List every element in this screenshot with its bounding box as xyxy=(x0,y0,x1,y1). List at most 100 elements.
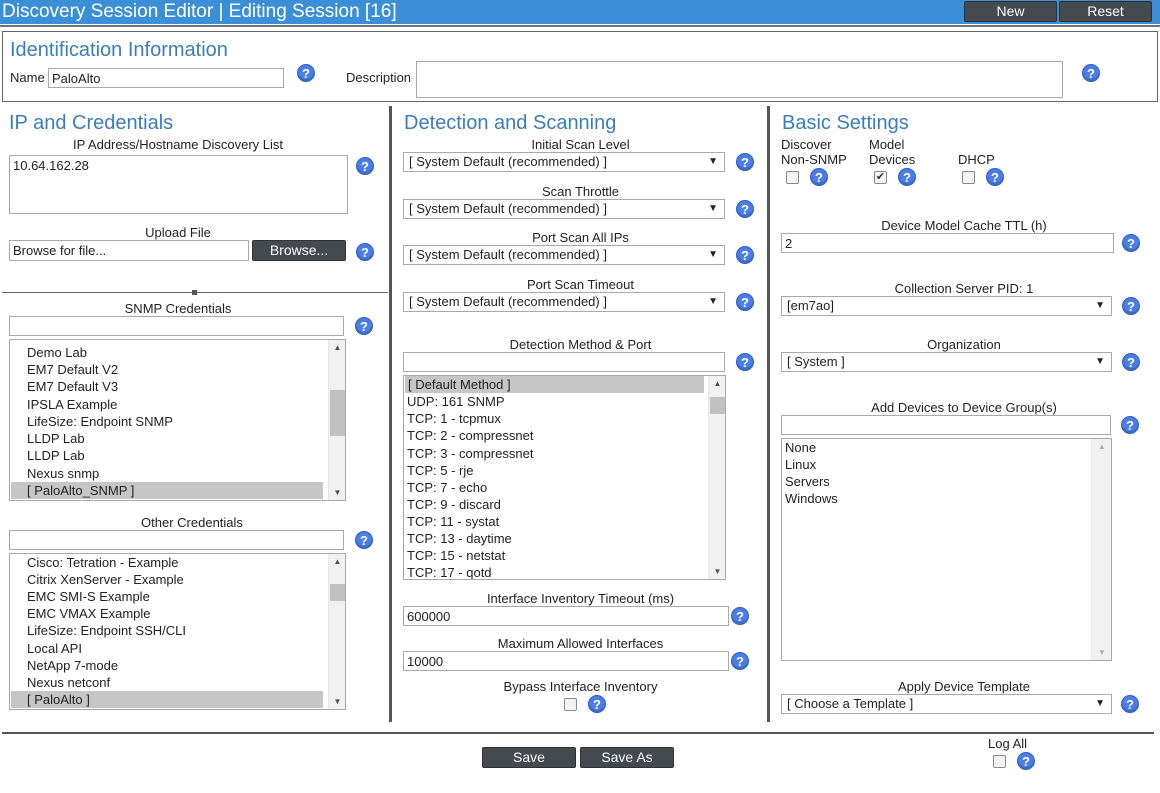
save-as-button[interactable]: Save As xyxy=(580,747,674,768)
log-all-help-icon[interactable]: ? xyxy=(1017,752,1035,770)
list-item[interactable]: LLDP Lab xyxy=(27,447,85,464)
cache-ttl-help-icon[interactable]: ? xyxy=(1122,234,1140,252)
list-item[interactable]: LifeSize: Endpoint SNMP xyxy=(27,413,173,430)
list-item[interactable]: UDP: 161 SNMP xyxy=(407,393,505,410)
scroll-up-icon[interactable]: ▲ xyxy=(329,340,345,355)
port-scan-timeout-select[interactable]: [ System Default (recommended) ] ▼ xyxy=(403,292,725,312)
list-item[interactable]: Cisco: Tetration - Example xyxy=(27,554,179,571)
list-item[interactable]: IPSLA Example xyxy=(27,396,117,413)
list-item[interactable]: EM7 Default V3 xyxy=(27,378,118,395)
initial-scan-help-icon[interactable]: ? xyxy=(736,153,754,171)
initial-scan-select[interactable]: [ System Default (recommended) ] ▼ xyxy=(403,152,725,172)
list-item[interactable]: Nexus snmp xyxy=(27,465,99,482)
scan-throttle-select[interactable]: [ System Default (recommended) ] ▼ xyxy=(403,199,725,219)
collection-server-help-icon[interactable]: ? xyxy=(1122,297,1140,315)
list-item-selected[interactable]: [ PaloAlto_SNMP ] xyxy=(11,482,323,499)
scroll-up-icon[interactable]: ▲ xyxy=(1092,439,1111,454)
new-button[interactable]: New xyxy=(964,1,1057,22)
name-input[interactable] xyxy=(48,68,284,88)
list-item[interactable]: None xyxy=(785,439,816,456)
other-credentials-list[interactable]: Cisco: Tetration - Example Citrix XenSer… xyxy=(9,553,346,710)
list-item[interactable]: NetApp 7-mode xyxy=(27,657,118,674)
device-template-select[interactable]: [ Choose a Template ] ▼ xyxy=(781,694,1112,714)
port-scan-all-help-icon[interactable]: ? xyxy=(736,246,754,264)
port-scan-all-select[interactable]: [ System Default (recommended) ] ▼ xyxy=(403,245,725,265)
name-help-icon[interactable]: ? xyxy=(297,64,315,82)
scroll-thumb[interactable] xyxy=(330,390,345,436)
interface-timeout-help-icon[interactable]: ? xyxy=(731,607,749,625)
detection-method-filter[interactable] xyxy=(403,352,725,372)
snmp-credentials-list[interactable]: Demo Lab EM7 Default V2 EM7 Default V3 I… xyxy=(9,339,346,501)
scroll-down-icon[interactable]: ▼ xyxy=(329,485,345,500)
list-item[interactable]: EM7 Default V2 xyxy=(27,361,118,378)
list-item[interactable]: LifeSize: Endpoint SSH/CLI xyxy=(27,622,186,639)
device-group-filter[interactable] xyxy=(781,415,1111,435)
detection-method-help-icon[interactable]: ? xyxy=(736,353,754,371)
other-help-icon[interactable]: ? xyxy=(355,531,373,549)
list-item-selected[interactable]: [ PaloAlto ] xyxy=(11,691,323,708)
max-interfaces-input[interactable] xyxy=(403,651,729,671)
other-filter-input[interactable] xyxy=(9,530,344,550)
collection-server-select[interactable]: [em7ao] ▼ xyxy=(781,296,1112,316)
scroll-down-icon[interactable]: ▼ xyxy=(329,694,345,709)
device-group-list[interactable]: None Linux Servers Windows ▲ ▼ xyxy=(781,438,1112,661)
discover-non-snmp-checkbox[interactable] xyxy=(786,171,799,184)
organization-help-icon[interactable]: ? xyxy=(1122,353,1140,371)
description-input[interactable] xyxy=(416,61,1063,98)
list-item[interactable]: Windows xyxy=(785,490,838,507)
list-item-selected[interactable]: [ Default Method ] xyxy=(405,376,704,393)
device-group-help-icon[interactable]: ? xyxy=(1121,416,1139,434)
list-item[interactable]: Nexus netconf xyxy=(27,674,110,691)
list-item[interactable]: TCP: 2 - compressnet xyxy=(407,427,533,444)
organization-select[interactable]: [ System ] ▼ xyxy=(781,352,1112,372)
interface-timeout-input[interactable] xyxy=(403,606,729,626)
list-item[interactable]: TCP: 11 - systat xyxy=(407,513,499,530)
model-devices-checkbox[interactable]: ✔ xyxy=(874,171,887,184)
snmp-scrollbar[interactable]: ▲ ▼ xyxy=(328,340,345,500)
detection-method-list[interactable]: [ Default Method ] UDP: 161 SNMP TCP: 1 … xyxy=(403,375,726,580)
scroll-thumb[interactable] xyxy=(710,397,725,414)
list-item[interactable]: EMC VMAX Example xyxy=(27,605,151,622)
list-item[interactable]: Linux xyxy=(785,456,816,473)
list-item[interactable]: TCP: 3 - compressnet xyxy=(407,445,533,462)
list-item[interactable]: TCP: 5 - rje xyxy=(407,462,473,479)
discover-non-snmp-help-icon[interactable]: ? xyxy=(810,168,828,186)
dhcp-checkbox[interactable] xyxy=(962,171,975,184)
other-scrollbar[interactable]: ▲ ▼ xyxy=(328,554,345,709)
upload-help-icon[interactable]: ? xyxy=(356,243,374,261)
list-item[interactable]: TCP: 13 - daytime xyxy=(407,530,512,547)
device-template-help-icon[interactable]: ? xyxy=(1121,695,1139,713)
scan-throttle-help-icon[interactable]: ? xyxy=(736,200,754,218)
detection-method-scrollbar[interactable]: ▲ ▼ xyxy=(708,376,725,579)
resize-handle[interactable] xyxy=(192,290,197,295)
max-interfaces-help-icon[interactable]: ? xyxy=(731,652,749,670)
ip-list-input[interactable]: 10.64.162.28 xyxy=(9,155,348,214)
list-item[interactable]: TCP: 7 - echo xyxy=(407,479,487,496)
bypass-inventory-help-icon[interactable]: ? xyxy=(588,695,606,713)
list-item[interactable]: TCP: 15 - netstat xyxy=(407,547,505,564)
list-item[interactable]: TCP: 17 - qotd xyxy=(407,564,492,579)
save-button[interactable]: Save xyxy=(482,747,576,768)
list-item[interactable]: EMC SMI-S Example xyxy=(27,588,150,605)
device-group-scrollbar[interactable]: ▲ ▼ xyxy=(1091,439,1111,660)
description-help-icon[interactable]: ? xyxy=(1082,64,1100,82)
log-all-checkbox[interactable] xyxy=(993,755,1006,768)
list-item[interactable]: Citrix XenServer - Example xyxy=(27,571,184,588)
scroll-down-icon[interactable]: ▼ xyxy=(1092,645,1111,660)
snmp-help-icon[interactable]: ? xyxy=(355,317,373,335)
list-item[interactable]: Demo Lab xyxy=(27,344,87,361)
scroll-down-icon[interactable]: ▼ xyxy=(709,564,725,579)
port-scan-timeout-help-icon[interactable]: ? xyxy=(736,293,754,311)
snmp-filter-input[interactable] xyxy=(9,316,344,336)
scroll-up-icon[interactable]: ▲ xyxy=(709,376,725,391)
browse-button[interactable]: Browse... xyxy=(252,240,346,261)
bypass-inventory-checkbox[interactable] xyxy=(564,698,577,711)
reset-button[interactable]: Reset xyxy=(1059,1,1152,22)
list-item[interactable]: TCP: 1 - tcpmux xyxy=(407,410,501,427)
scroll-thumb[interactable] xyxy=(330,584,345,601)
dhcp-help-icon[interactable]: ? xyxy=(986,168,1004,186)
list-item[interactable]: LLDP Lab xyxy=(27,430,85,447)
list-item[interactable]: Local API xyxy=(27,640,82,657)
list-item[interactable]: Servers xyxy=(785,473,830,490)
model-devices-help-icon[interactable]: ? xyxy=(898,168,916,186)
